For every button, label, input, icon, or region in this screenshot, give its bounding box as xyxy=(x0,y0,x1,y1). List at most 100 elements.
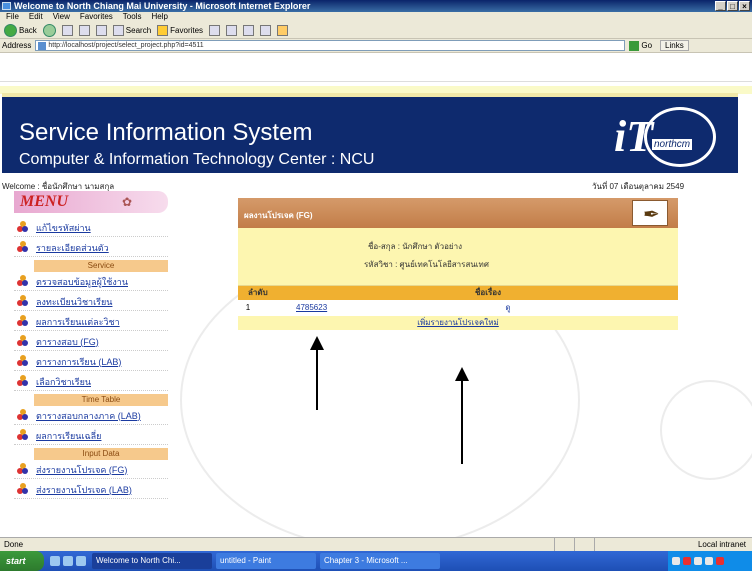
info-course: รหัสวิชา : ศูนย์เทคโนโลยีสารสนเทศ xyxy=(364,260,489,269)
sidebar-item-label[interactable]: ตารางการเรียน (LAB) xyxy=(36,355,121,369)
maximize-button[interactable]: □ xyxy=(727,1,738,11)
sidebar-item-label[interactable]: ผลการเรียนเฉลี่ย xyxy=(36,429,101,443)
print-icon[interactable] xyxy=(260,24,272,36)
sidebar-item-label[interactable]: ส่งรายงานโปรเจค (FG) xyxy=(36,463,127,477)
go-label: Go xyxy=(641,41,653,50)
bullet-icon xyxy=(16,429,30,442)
sidebar-item-midterm-lab[interactable]: ตารางสอบกลางภาค (LAB) xyxy=(14,407,168,425)
sidebar-item-schedule-lab[interactable]: ตารางการเรียน (LAB) xyxy=(14,353,168,371)
annotation-arrow-right xyxy=(461,380,463,464)
project-view-link[interactable]: ดู xyxy=(338,300,678,316)
sidebar-menu: MENU ✿ แก้ไขรหัสผ่าน รายละเอียดส่วนตัว S… xyxy=(14,191,168,533)
menu-decor-icon: ✿ xyxy=(122,195,133,209)
sidebar-item-label[interactable]: ลงทะเบียนวิชาเรียน xyxy=(36,295,112,309)
menu-file[interactable]: File xyxy=(6,12,19,22)
menu-title: MENU xyxy=(20,193,69,210)
annotation-arrow-left xyxy=(316,348,318,410)
media-quick-icon[interactable] xyxy=(76,556,86,566)
sidebar-item-project-lab[interactable]: ส่งรายงานโปรเจค (LAB) xyxy=(14,481,168,499)
back-arrow-icon xyxy=(4,23,17,37)
menu-view[interactable]: View xyxy=(53,12,70,22)
task-paint[interactable]: untitled - Paint xyxy=(216,553,316,569)
search-button[interactable]: Search xyxy=(112,24,151,36)
back-button[interactable]: Back xyxy=(4,23,37,37)
sidebar-item-label[interactable]: ตรวจสอบข้อมูลผู้ใช้งาน xyxy=(36,275,128,289)
sidebar-item-label[interactable]: รายละเอียดส่วนตัว xyxy=(36,241,109,255)
start-button[interactable]: start xyxy=(0,551,44,571)
sidebar-item-select-course[interactable]: เลือกวิชาเรียน xyxy=(14,373,168,391)
sidebar-item-label[interactable]: ตารางสอบ (FG) xyxy=(36,335,99,349)
address-label: Address xyxy=(2,41,32,50)
banner-title: Service Information System xyxy=(19,119,313,146)
menu-tools[interactable]: Tools xyxy=(123,12,142,22)
task-word[interactable]: Chapter 3 - Microsoft ... xyxy=(320,553,440,569)
sidebar-item-register[interactable]: ลงทะเบียนวิชาเรียน xyxy=(14,293,168,311)
quill-icon: ✒ xyxy=(632,200,668,226)
menu-favorites[interactable]: Favorites xyxy=(80,12,113,22)
it-logo: iT northcm xyxy=(614,105,726,171)
go-arrow-icon xyxy=(629,40,640,51)
sidebar-item-label[interactable]: เลือกวิชาเรียน xyxy=(36,375,91,389)
section-timetable: Time Table xyxy=(34,394,168,406)
minimize-button[interactable]: _ xyxy=(715,1,726,11)
window-title: Welcome to North Chiang Mai University -… xyxy=(14,1,311,11)
panel-header: ผลงานโปรเจค (FG) ✒ xyxy=(238,198,678,228)
sidebar-item-label[interactable]: ผลการเรียนแต่ละวิชา xyxy=(36,315,120,329)
add-project-link[interactable]: เพิ่มรายงานโปรเจคใหม่ xyxy=(238,316,678,330)
menu-help[interactable]: Help xyxy=(151,12,167,22)
ie-quick-icon[interactable] xyxy=(63,556,73,566)
folder-icon[interactable] xyxy=(277,24,289,36)
menu-header: MENU ✿ xyxy=(14,191,168,213)
sidebar-item-grades[interactable]: ผลการเรียนแต่ละวิชา xyxy=(14,313,168,331)
close-button[interactable]: × xyxy=(739,1,750,11)
forward-button[interactable] xyxy=(42,23,56,37)
sidebar-item-change-password[interactable]: แก้ไขรหัสผ่าน xyxy=(14,219,168,237)
links-button[interactable]: Links xyxy=(660,40,689,51)
bullet-icon xyxy=(16,375,30,388)
favorites-label: Favorites xyxy=(170,25,204,35)
refresh-icon[interactable] xyxy=(78,24,90,36)
stop-icon[interactable] xyxy=(61,24,73,36)
tray-icon[interactable] xyxy=(683,557,691,565)
sidebar-item-project-fg[interactable]: ส่งรายงานโปรเจค (FG) xyxy=(14,461,168,479)
toolbar: Back Search Favorites xyxy=(0,22,752,39)
desktop-icon[interactable] xyxy=(50,556,60,566)
mail-icon[interactable] xyxy=(243,24,255,36)
sidebar-item-label[interactable]: แก้ไขรหัสผ่าน xyxy=(36,221,91,235)
address-input[interactable]: http://localhost/project/select_project.… xyxy=(35,40,626,51)
go-button[interactable]: Go xyxy=(629,40,653,51)
bullet-icon xyxy=(16,275,30,288)
sidebar-item-label[interactable]: ส่งรายงานโปรเจค (LAB) xyxy=(36,483,132,497)
watermark-seal-right xyxy=(660,380,752,480)
address-url: http://localhost/project/select_project.… xyxy=(48,42,204,49)
tray-icon[interactable] xyxy=(694,557,702,565)
media-icon[interactable] xyxy=(209,24,221,36)
sidebar-item-exam-fg[interactable]: ตารางสอบ (FG) xyxy=(14,333,168,351)
status-bar: Done Local intranet xyxy=(0,537,752,551)
bullet-icon xyxy=(16,335,30,348)
tray-icon[interactable] xyxy=(705,557,713,565)
logo-text: northcm xyxy=(652,139,693,150)
bullet-icon xyxy=(16,463,30,476)
sidebar-item-label[interactable]: ตารางสอบกลางภาค (LAB) xyxy=(36,409,141,423)
logo-ring xyxy=(644,107,716,167)
col-number: ลำดับ xyxy=(248,288,268,297)
home-icon[interactable] xyxy=(95,24,107,36)
menu-edit[interactable]: Edit xyxy=(29,12,43,22)
sidebar-item-gpa[interactable]: ผลการเรียนเฉลี่ย xyxy=(14,427,168,445)
project-file-link[interactable]: 4785623 xyxy=(258,300,338,316)
table-row: 1 4785623 ดู xyxy=(238,300,678,316)
bullet-icon xyxy=(16,295,30,308)
tray-icon[interactable] xyxy=(716,557,724,565)
arrow-head-left xyxy=(310,336,324,350)
table-header: ลำดับ ชื่อเรื่อง xyxy=(238,286,678,300)
history-icon[interactable] xyxy=(226,24,238,36)
sidebar-item-check-user[interactable]: ตรวจสอบข้อมูลผู้ใช้งาน xyxy=(14,273,168,291)
bullet-icon xyxy=(16,483,30,496)
page-icon xyxy=(38,42,47,50)
task-ie[interactable]: Welcome to North Chi... xyxy=(92,553,212,569)
taskbar: start Welcome to North Chi... untitled -… xyxy=(0,551,752,571)
sidebar-item-profile[interactable]: รายละเอียดส่วนตัว xyxy=(14,239,168,257)
favorites-button[interactable]: Favorites xyxy=(157,24,204,36)
tray-icon[interactable] xyxy=(672,557,680,565)
